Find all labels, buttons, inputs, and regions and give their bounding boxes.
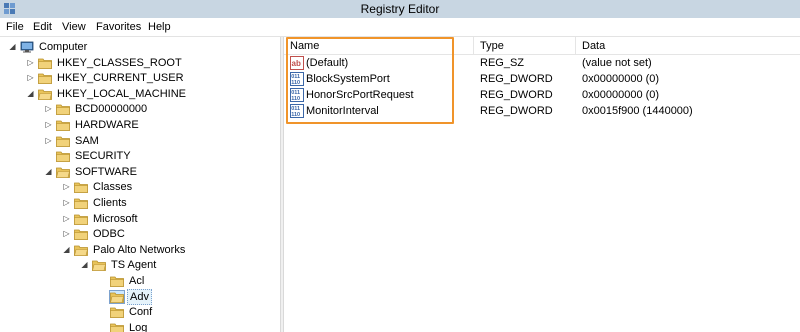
tree-item-label: Acl <box>129 275 145 287</box>
tree-item-log[interactable]: Log <box>0 320 280 332</box>
tree-item-label: HKEY_CURRENT_USER <box>57 72 184 85</box>
menu-view[interactable]: View <box>62 21 86 33</box>
tree-item-bcd00000000[interactable]: ▷ BCD00000000 <box>0 101 280 117</box>
value-type: REG_DWORD <box>480 73 553 85</box>
expand-arrow-icon[interactable]: ▷ <box>62 195 71 211</box>
tree-item-label: Microsoft <box>93 212 138 225</box>
folder-icon <box>110 306 124 319</box>
expand-arrow-icon[interactable]: ▷ <box>62 179 71 195</box>
value-type: REG_SZ <box>480 57 525 69</box>
tree-item-label: Log <box>129 321 148 332</box>
tree-item-label: HKEY_CLASSES_ROOT <box>57 56 182 69</box>
tree-item-label: Conf <box>129 306 153 319</box>
collapse-arrow-icon[interactable]: ◢ <box>8 39 17 55</box>
tree-item-conf[interactable]: Conf <box>0 304 280 320</box>
folder-icon <box>74 213 88 225</box>
collapse-arrow-icon[interactable]: ◢ <box>62 242 71 258</box>
tree-item-label: Palo Alto Networks <box>93 243 186 256</box>
folder-icon <box>56 119 70 131</box>
tree-item-label: Adv <box>127 288 152 305</box>
menu-bar: File Edit View Favorites Help <box>0 18 800 37</box>
folder-icon <box>92 259 106 272</box>
tree-item-label: SOFTWARE <box>75 165 137 178</box>
folder-icon <box>56 135 70 147</box>
value-data: (value not set) <box>582 57 652 69</box>
expand-arrow-icon[interactable]: ▷ <box>44 101 53 117</box>
folder-icon <box>74 244 88 256</box>
tree-item-odbc[interactable]: ▷ ODBC <box>0 226 280 242</box>
computer-icon <box>20 41 34 53</box>
folder-icon <box>38 57 52 69</box>
expand-arrow-icon[interactable]: ▷ <box>62 226 71 242</box>
tree-item-hkey-classes-root[interactable]: ▷ HKEY_CLASSES_ROOT <box>0 55 280 71</box>
collapse-arrow-icon[interactable]: ◢ <box>80 257 89 273</box>
highlight-annotation-box <box>286 37 454 124</box>
tree-item-label: ODBC <box>93 228 125 241</box>
expand-arrow-icon[interactable]: ▷ <box>26 55 35 71</box>
menu-file[interactable]: File <box>6 21 24 33</box>
tree-item-label: HKEY_LOCAL_MACHINE <box>57 87 186 100</box>
menu-help[interactable]: Help <box>148 21 171 33</box>
folder-open-icon <box>109 289 125 304</box>
values-list[interactable]: Name Type Data ab (Default) REG_SZ (valu… <box>284 37 800 332</box>
value-data: 0x0015f900 (1440000) <box>582 105 693 117</box>
folder-icon <box>74 197 88 209</box>
folder-icon <box>110 322 124 332</box>
menu-edit[interactable]: Edit <box>33 21 52 33</box>
tree-item-microsoft[interactable]: ▷ Microsoft <box>0 211 280 227</box>
folder-icon <box>110 275 124 287</box>
value-type: REG_DWORD <box>480 89 553 101</box>
value-type: REG_DWORD <box>480 105 553 117</box>
folder-icon <box>74 181 88 194</box>
folder-icon <box>38 88 52 100</box>
tree-item-adv[interactable]: Adv <box>0 288 280 305</box>
tree-item-acl[interactable]: Acl <box>0 273 280 289</box>
tree-item-label: SECURITY <box>75 150 131 163</box>
expand-arrow-icon[interactable]: ▷ <box>62 211 71 227</box>
folder-icon <box>38 72 52 85</box>
column-header-type[interactable]: Type <box>474 37 576 55</box>
tree-item-label: SAM <box>75 134 99 147</box>
value-data: 0x00000000 (0) <box>582 89 660 101</box>
tree-item-label: HARDWARE <box>75 119 139 131</box>
tree-item-label: Clients <box>93 197 127 209</box>
collapse-arrow-icon[interactable]: ◢ <box>44 164 53 180</box>
tree-item-label: Classes <box>93 181 133 194</box>
expand-arrow-icon[interactable]: ▷ <box>44 117 53 133</box>
tree-item-computer[interactable]: ◢ Computer <box>0 39 280 55</box>
tree-item-classes[interactable]: ▷ Classes <box>0 179 280 195</box>
tree-item-hkey-current-user[interactable]: ▷ HKEY_CURRENT_USER <box>0 70 280 86</box>
registry-tree[interactable]: ◢ Computer ▷ HKEY_CLASSES_ROOT ▷ HKEY_CURRENT… <box>0 37 280 332</box>
expand-arrow-icon[interactable]: ▷ <box>26 70 35 86</box>
folder-icon <box>74 228 88 241</box>
tree-item-label: TS Agent <box>111 259 157 272</box>
tree-item-hardware[interactable]: ▷ HARDWARE <box>0 117 280 133</box>
tree-item-ts-agent[interactable]: ◢ TS Agent <box>0 257 280 273</box>
folder-icon <box>56 166 70 178</box>
tree-item-security[interactable]: SECURITY <box>0 148 280 164</box>
window-title: Registry Editor <box>360 2 440 16</box>
tree-item-label: BCD00000000 <box>75 103 148 116</box>
column-header-data[interactable]: Data <box>576 37 800 55</box>
tree-item-hkey-local-machine[interactable]: ◢ HKEY_LOCAL_MACHINE <box>0 86 280 102</box>
title-bar: Registry Editor <box>0 0 800 18</box>
tree-item-sam[interactable]: ▷ SAM <box>0 133 280 149</box>
expand-arrow-icon[interactable]: ▷ <box>44 133 53 149</box>
collapse-arrow-icon[interactable]: ◢ <box>26 86 35 102</box>
folder-icon <box>56 150 70 163</box>
tree-item-software[interactable]: ◢ SOFTWARE <box>0 164 280 180</box>
menu-favorites[interactable]: Favorites <box>96 21 141 33</box>
tree-item-label: Computer <box>39 41 88 53</box>
value-data: 0x00000000 (0) <box>582 73 660 85</box>
tree-item-palo-alto-networks[interactable]: ◢ Palo Alto Networks <box>0 242 280 258</box>
folder-icon <box>56 103 70 116</box>
tree-item-clients[interactable]: ▷ Clients <box>0 195 280 211</box>
